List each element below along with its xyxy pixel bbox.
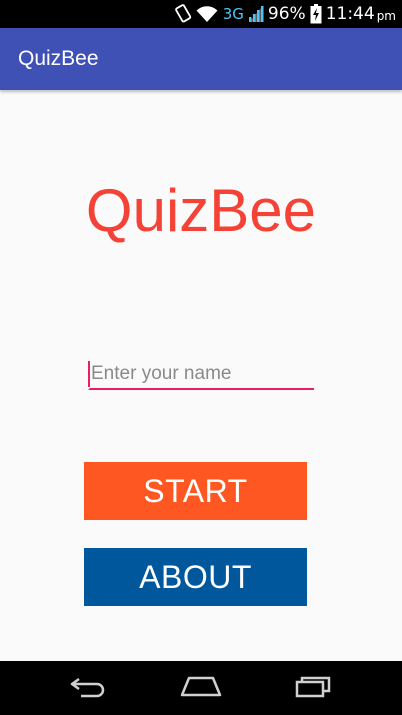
text-cursor [88,361,90,387]
nav-home-button[interactable] [161,661,241,715]
status-bar: 3G 96% 11:44 pm [0,0,402,28]
clock-time: 11:44 [325,4,375,24]
screen-rotation-icon [174,4,192,24]
clock-ampm: pm [376,8,396,23]
main-content: QuizBee START ABOUT [0,90,402,661]
battery-percent: 96% [267,4,306,24]
about-button[interactable]: ABOUT [84,548,307,606]
app-bar: QuizBee [0,28,402,90]
name-input[interactable] [88,360,314,390]
logo-title: QuizBee [85,177,317,244]
battery-charging-icon [310,4,322,24]
navigation-bar [0,661,402,715]
wifi-icon [196,5,218,23]
nav-back-button[interactable] [49,661,129,715]
recents-icon [294,674,334,702]
network-type-label: 3G [222,5,244,23]
status-icons: 3G 96% 11:44 pm [174,0,396,28]
back-icon [69,674,109,702]
cell-signal-icon [248,5,264,23]
start-button[interactable]: START [84,462,307,520]
nav-recents-button[interactable] [274,661,354,715]
app-bar-title: QuizBee [18,47,99,70]
home-icon [180,674,222,702]
